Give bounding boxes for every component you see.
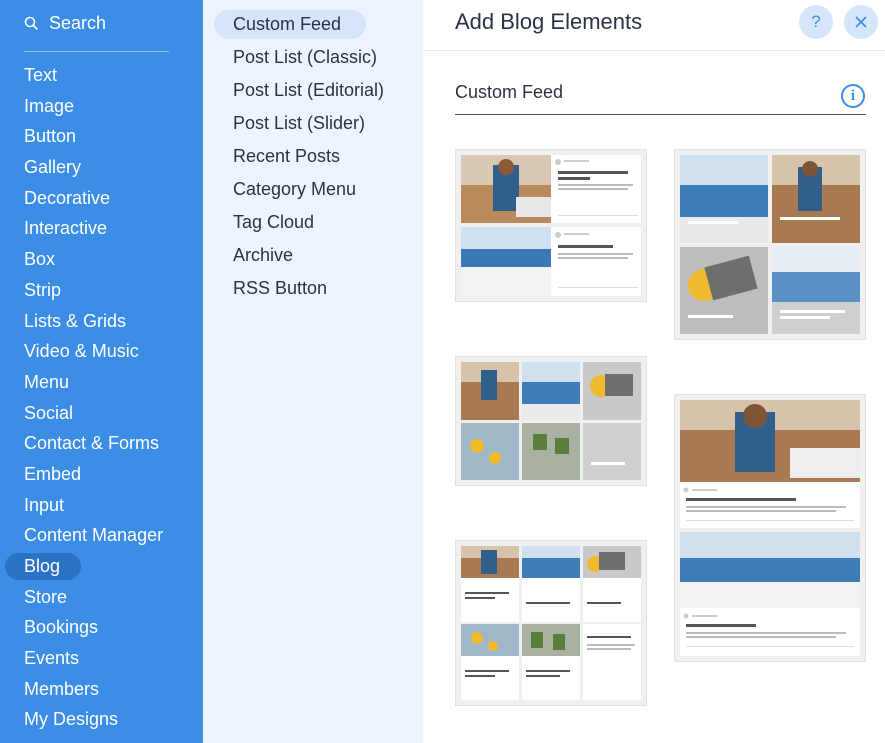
sidebar-item-text[interactable]: Text xyxy=(0,60,203,91)
submenu-item-recent-posts[interactable]: Recent Posts xyxy=(203,140,423,173)
sidebar-item-label: Text xyxy=(24,65,58,85)
sidebar-item-label: Gallery xyxy=(24,157,82,178)
feed-thumbnail-list[interactable] xyxy=(455,149,647,302)
help-icon: ? xyxy=(811,12,821,31)
submenu-item-label: Archive xyxy=(233,245,294,265)
sidebar-item-contact-forms[interactable]: Contact & Forms xyxy=(0,428,203,459)
search-label: Search xyxy=(49,12,107,33)
sidebar-item-label: Video & Music xyxy=(24,341,139,362)
sidebar-item-label: Bookings xyxy=(24,617,99,638)
sidebar-item-label: Lists & Grids xyxy=(24,310,127,331)
feed-grid-preview xyxy=(461,362,641,480)
submenu-item-post-list-editorial[interactable]: Post List (Editorial) xyxy=(203,74,423,107)
sidebar-item-content-manager[interactable]: Content Manager xyxy=(0,520,203,551)
sidebar-item-label: Contact & Forms xyxy=(24,433,160,454)
sidebar-item-button[interactable]: Button xyxy=(0,121,203,152)
search-divider xyxy=(24,51,169,52)
feed-single-column-preview xyxy=(680,400,860,656)
submenu-list: Custom Feed Post List (Classic) Post List … xyxy=(203,8,423,305)
panel-title: Add Blog Elements xyxy=(455,9,643,34)
sidebar-item-label: Social xyxy=(24,402,74,423)
submenu-item-label: Category Menu xyxy=(233,179,357,199)
sidebar-item-video-music[interactable]: Video & Music xyxy=(0,336,203,367)
feed-thumbnail-cards[interactable] xyxy=(455,540,647,706)
sidebar-item-events[interactable]: Events xyxy=(0,643,203,674)
close-icon xyxy=(855,16,867,28)
submenu-item-label: Post List (Editorial) xyxy=(233,80,385,100)
sidebar-item-strip[interactable]: Strip xyxy=(0,275,203,306)
sidebar-item-input[interactable]: Input xyxy=(0,490,203,521)
feed-cards-preview xyxy=(461,546,641,700)
elements-panel: Add Blog Elements ? Custom Feed i xyxy=(423,0,885,743)
sidebar-item-label: Events xyxy=(24,648,80,669)
submenu-item-custom-feed[interactable]: Custom Feed xyxy=(203,8,423,41)
submenu-item-tag-cloud[interactable]: Tag Cloud xyxy=(203,206,423,239)
feed-thumbnail-tiles[interactable] xyxy=(674,149,866,340)
submenu-item-category-menu[interactable]: Category Menu xyxy=(203,173,423,206)
category-list: Text Image Button Gallery Decorative Interact… xyxy=(0,60,203,735)
feed-thumbnail-grid[interactable] xyxy=(455,356,647,486)
close-button[interactable] xyxy=(844,5,878,39)
feed-thumbnail-single-column[interactable] xyxy=(674,394,866,662)
submenu-item-label: Custom Feed xyxy=(233,14,342,34)
sidebar-item-image[interactable]: Image xyxy=(0,91,203,122)
sidebar-item-label: Box xyxy=(24,249,56,270)
search-icon xyxy=(24,16,39,30)
section-divider xyxy=(455,114,866,115)
sidebar-item-label: Interactive xyxy=(24,218,108,239)
submenu-item-label: Post List (Classic) xyxy=(233,47,378,67)
sidebar-item-members[interactable]: Members xyxy=(0,674,203,705)
sidebar-item-bookings[interactable]: Bookings xyxy=(0,612,203,643)
submenu-item-label: Post List (Slider) xyxy=(233,113,366,133)
submenu-item-post-list-classic[interactable]: Post List (Classic) xyxy=(203,41,423,74)
sidebar-item-label: Image xyxy=(24,95,75,116)
submenu-item-label: Tag Cloud xyxy=(233,212,315,232)
sidebar-item-label: Content Manager xyxy=(24,525,164,546)
submenu-item-rss-button[interactable]: RSS Button xyxy=(203,272,423,305)
sidebar-item-label: Members xyxy=(24,678,100,699)
submenu-item-post-list-slider[interactable]: Post List (Slider) xyxy=(203,107,423,140)
sidebar-item-label: Embed xyxy=(24,463,82,484)
sidebar-item-label: Strip xyxy=(24,279,62,300)
sidebar-item-interactive[interactable]: Interactive xyxy=(0,213,203,244)
help-button[interactable]: ? xyxy=(799,5,833,39)
search-button[interactable]: Search xyxy=(24,11,106,35)
sidebar-item-my-designs[interactable]: My Designs xyxy=(0,704,203,735)
sidebar-item-box[interactable]: Box xyxy=(0,244,203,275)
submenu-item-archive[interactable]: Archive xyxy=(203,239,423,272)
info-icon[interactable]: i xyxy=(841,84,865,108)
submenu-item-label: Recent Posts xyxy=(233,146,341,166)
sidebar-item-decorative[interactable]: Decorative xyxy=(0,183,203,214)
sidebar-item-label: Decorative xyxy=(24,187,111,208)
sidebar-item-label: Menu xyxy=(24,371,70,392)
sidebar-item-label: Button xyxy=(24,126,77,147)
sidebar-item-label: Input xyxy=(24,494,65,515)
sidebar-item-menu[interactable]: Menu xyxy=(0,367,203,398)
sidebar-item-lists-grids[interactable]: Lists & Grids xyxy=(0,306,203,337)
feed-list-preview xyxy=(461,155,641,296)
panel-header: Add Blog Elements ? xyxy=(423,0,885,51)
sidebar-item-label: My Designs xyxy=(24,709,119,730)
feed-tiles-preview xyxy=(680,155,860,334)
submenu-item-label: RSS Button xyxy=(233,278,328,298)
sidebar-item-store[interactable]: Store xyxy=(0,582,203,613)
sidebar-item-label: Blog xyxy=(24,556,61,576)
sidebar-item-gallery[interactable]: Gallery xyxy=(0,152,203,183)
sidebar-item-blog[interactable]: Blog xyxy=(0,551,203,582)
blog-submenu: Custom Feed Post List (Classic) Post List … xyxy=(203,0,423,743)
categories-sidebar: Search Text Image Button Gallery Decorative I… xyxy=(0,0,203,743)
section-title: Custom Feed xyxy=(455,82,564,102)
sidebar-item-embed[interactable]: Embed xyxy=(0,459,203,490)
sidebar-item-social[interactable]: Social xyxy=(0,398,203,429)
sidebar-item-label: Store xyxy=(24,586,68,607)
